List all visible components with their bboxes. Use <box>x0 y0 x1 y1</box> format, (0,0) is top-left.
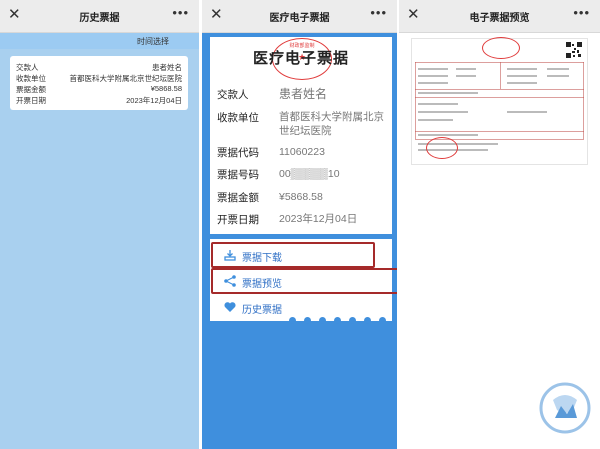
action-menu: 票据下载 票据预览 历史票据 <box>210 239 397 324</box>
time-filter-bar: 时间选择 <box>0 33 199 49</box>
unit-value: 首都医科大学附属北京世纪坛医院 <box>279 111 384 137</box>
date-label: 开票日期 <box>217 214 259 226</box>
doc-text <box>507 75 537 77</box>
doc-rule <box>415 89 584 90</box>
doc-rule <box>583 62 584 139</box>
edge-scallop <box>349 317 356 324</box>
payer-label: 交款人 <box>217 89 249 101</box>
edge-scallop <box>304 317 311 324</box>
top-bar: ✕ 历史票据 ••• <box>0 0 199 33</box>
number-value: 00▒▒▒▒▒10 <box>279 168 340 180</box>
time-filter-button[interactable]: 时间选择 <box>137 36 169 47</box>
more-icon[interactable]: ••• <box>370 5 387 20</box>
unit-value: 首都医科大学附属北京世纪坛医院 <box>69 74 183 83</box>
more-icon[interactable]: ••• <box>172 5 189 20</box>
edge-scallop <box>319 317 326 324</box>
top-bar: ✕ 电子票据预览 ••• <box>399 0 600 33</box>
preview-highlight-box <box>211 268 397 294</box>
payer-value: 患者姓名 <box>152 63 182 72</box>
date-value: 2023年12月04日 <box>126 96 182 105</box>
doc-text <box>418 92 478 94</box>
amount-label: 票据金额 <box>217 192 259 204</box>
payer-label: 交款人 <box>16 63 39 72</box>
doc-rule <box>415 97 584 98</box>
doc-text <box>456 75 476 77</box>
page-title: 医疗电子票据 <box>269 13 330 24</box>
amount-value: ¥5868.58 <box>150 84 182 93</box>
date-value: 2023年12月04日 <box>279 213 358 225</box>
history-button[interactable]: 历史票据 <box>214 296 394 318</box>
preview-bottom-stamp <box>426 137 458 159</box>
number-label: 票据号码 <box>217 169 259 181</box>
receipt-preview-image[interactable] <box>411 37 588 165</box>
receipt-detail-card: 财政部监制 ★ 医疗电子票据 交款人 患者姓名 收款单位 首都医科大学附属北京世… <box>210 37 392 234</box>
history-panel: ✕ 历史票据 ••• 时间选择 交款人 患者姓名 收款单位 首都医科大学附属北京… <box>0 0 199 449</box>
code-value: 11060223 <box>279 146 325 158</box>
date-label: 开票日期 <box>16 96 46 105</box>
download-highlight-box <box>211 242 375 268</box>
edge-scallop <box>379 317 386 324</box>
amount-value: ¥5868.58 <box>279 191 323 203</box>
receipt-detail-panel: ✕ 医疗电子票据 ••• 财政部监制 ★ 医疗电子票据 交款人 患者姓名 收款单… <box>202 0 397 449</box>
doc-text <box>418 111 468 113</box>
receipt-preview-panel: ✕ 电子票据预览 ••• <box>399 0 600 449</box>
date-row: 开票日期 2023年12月04日 <box>16 95 182 105</box>
card-title: 医疗电子票据 <box>252 50 349 67</box>
unit-label: 收款单位 <box>217 112 259 124</box>
doc-text <box>547 75 569 77</box>
doc-text <box>547 68 569 70</box>
amount-label: 票据金额 <box>16 85 46 94</box>
doc-text <box>507 82 537 84</box>
payer-value: 患者姓名 <box>279 87 328 101</box>
heart-icon <box>224 302 236 312</box>
amount-row: 票据金额 ¥5868.58 <box>16 84 182 94</box>
history-label: 历史票据 <box>242 305 282 316</box>
payer-row: 交款人 患者姓名 <box>16 62 182 72</box>
doc-text <box>418 82 448 84</box>
watermark-logo-icon <box>539 382 591 434</box>
edge-scallop <box>289 317 296 324</box>
doc-text <box>456 68 476 70</box>
unit-row: 收款单位 首都医科大学附属北京世纪坛医院 <box>16 73 182 83</box>
qr-code-icon <box>566 42 582 58</box>
doc-text <box>418 75 448 77</box>
page-title: 电子票据预览 <box>469 13 530 24</box>
doc-rule <box>415 62 416 139</box>
doc-text <box>418 119 453 121</box>
unit-label: 收款单位 <box>16 74 46 83</box>
doc-text <box>418 103 458 105</box>
top-bar: ✕ 医疗电子票据 ••• <box>202 0 397 33</box>
code-label: 票据代码 <box>217 147 259 159</box>
doc-text <box>418 68 448 70</box>
doc-text <box>507 111 547 113</box>
preview-stamp <box>482 37 520 59</box>
edge-scallop <box>334 317 341 324</box>
more-icon[interactable]: ••• <box>573 5 590 20</box>
doc-rule <box>500 62 501 89</box>
receipt-card[interactable]: 交款人 患者姓名 收款单位 首都医科大学附属北京世纪坛医院 票据金额 ¥5868… <box>10 56 188 110</box>
edge-scallop <box>364 317 371 324</box>
doc-rule <box>415 131 584 132</box>
page-title: 历史票据 <box>79 13 120 24</box>
doc-text <box>507 68 537 70</box>
doc-text <box>418 134 478 136</box>
